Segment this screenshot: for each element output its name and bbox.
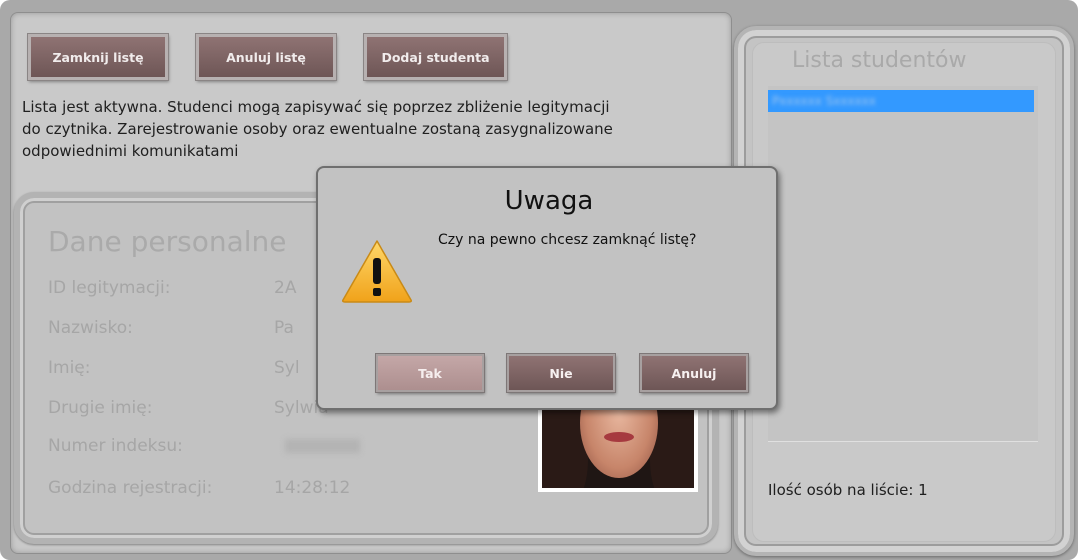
id-card-value: 2A bbox=[274, 278, 297, 298]
status-line: do czytnika. Zarejestrowanie osoby oraz … bbox=[22, 120, 613, 138]
confirm-dialog: Uwaga Czy na pewno chcesz zamknąć listę?… bbox=[316, 166, 778, 410]
student-count-label: Ilość osób na liście: 1 bbox=[768, 481, 928, 499]
student-list-title: Lista studentów bbox=[792, 48, 967, 73]
index-number-value-redacted bbox=[285, 439, 360, 453]
second-name-label: Drugie imię: bbox=[48, 398, 153, 418]
add-student-button[interactable]: Dodaj studenta bbox=[364, 34, 507, 80]
close-list-button[interactable]: Zamknij listę bbox=[28, 34, 168, 80]
warning-icon bbox=[342, 240, 412, 303]
personal-data-title: Dane personalne bbox=[48, 225, 287, 258]
dialog-cancel-button[interactable]: Anuluj bbox=[640, 354, 748, 392]
status-line: Lista jest aktywna. Studenci mogą zapisy… bbox=[22, 98, 610, 116]
student-photo bbox=[538, 396, 698, 492]
first-name-label: Imię: bbox=[48, 358, 91, 378]
student-list-item-label: Pxxxxxx Sxxxxxx bbox=[772, 94, 876, 108]
registration-time-value: 14:28:12 bbox=[274, 478, 351, 498]
student-listbox[interactable]: Pxxxxxx Sxxxxxx bbox=[768, 86, 1038, 442]
index-number-label: Numer indeksu: bbox=[48, 436, 183, 456]
cancel-list-button[interactable]: Anuluj listę bbox=[196, 34, 336, 80]
status-line: odpowiednimi komunikatami bbox=[22, 142, 239, 160]
dialog-message: Czy na pewno chcesz zamknąć listę? bbox=[438, 232, 697, 248]
dialog-title: Uwaga bbox=[504, 186, 594, 216]
surname-value: Pa bbox=[274, 318, 294, 338]
first-name-value: Syl bbox=[274, 358, 300, 378]
list-status-message: Lista jest aktywna. Studenci mogą zapisy… bbox=[22, 96, 722, 162]
registration-time-label: Godzina rejestracji: bbox=[48, 478, 213, 498]
dialog-yes-button[interactable]: Tak bbox=[376, 354, 484, 392]
student-list-item[interactable]: Pxxxxxx Sxxxxxx bbox=[768, 90, 1034, 112]
dialog-no-button[interactable]: Nie bbox=[507, 354, 615, 392]
surname-label: Nazwisko: bbox=[48, 318, 133, 338]
id-card-label: ID legitymacji: bbox=[48, 278, 171, 298]
